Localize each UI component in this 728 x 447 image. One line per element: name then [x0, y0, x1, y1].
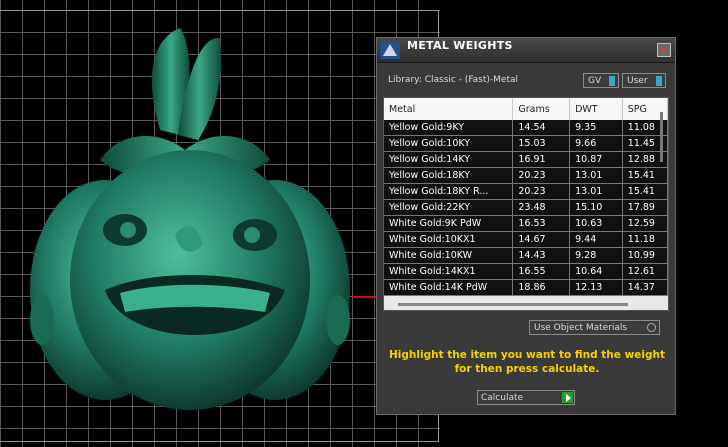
dropdown-radio-icon: [647, 323, 656, 332]
column-header-grams[interactable]: Grams: [512, 98, 571, 120]
library-label: Library: Classic - (Fast)-Metal: [388, 75, 519, 85]
app-icon: [380, 41, 400, 59]
table-row[interactable]: White Gold:14K PdW 18.86 12.13 14.37: [384, 279, 668, 296]
cell-metal: Yellow Gold:18KY R...: [384, 183, 514, 200]
table-row[interactable]: White Gold:14KX1 16.55 10.64 12.61: [384, 263, 668, 280]
calculate-dropdown[interactable]: Calculate: [477, 390, 575, 405]
column-header-metal[interactable]: Metal: [384, 98, 514, 120]
table-row[interactable]: Yellow Gold:18KY 20.23 13.01 15.41: [384, 167, 668, 184]
user-toggle-knob: [656, 76, 662, 86]
cell-dwt: 10.87: [569, 151, 623, 168]
play-arrow-icon[interactable]: [562, 392, 573, 403]
cell-dwt: 10.64: [569, 263, 623, 280]
user-toggle[interactable]: User: [622, 73, 666, 88]
horizontal-scrollbar[interactable]: [398, 303, 628, 306]
cell-metal: White Gold:10KW: [384, 247, 514, 264]
cell-dwt: 10.63: [569, 215, 623, 232]
scrollbar-thumb[interactable]: [660, 112, 663, 162]
pumpkin-model[interactable]: [20, 20, 360, 420]
pupil-right: [244, 227, 260, 243]
cell-metal: Yellow Gold:14KY: [384, 151, 514, 168]
cell-grams: 23.48: [512, 199, 571, 216]
close-button[interactable]: ×: [657, 43, 671, 57]
user-toggle-label: User: [627, 76, 648, 86]
cell-dwt: 9.44: [569, 231, 623, 248]
gv-toggle[interactable]: GV: [583, 73, 619, 88]
cell-grams: 16.91: [512, 151, 571, 168]
cell-metal: White Gold:14K PdW: [384, 279, 514, 296]
table-row[interactable]: White Gold:10KX1 14.67 9.44 11.18: [384, 231, 668, 248]
ear-right: [326, 295, 350, 345]
cell-metal: White Gold:14KX1: [384, 263, 514, 280]
cell-dwt: 9.66: [569, 135, 623, 152]
cell-metal: White Gold:10KX1: [384, 231, 514, 248]
calculate-label: Calculate: [481, 393, 524, 403]
cell-grams: 14.54: [512, 120, 571, 136]
table-header-row: Metal Grams DWT SPG: [384, 98, 668, 120]
cell-metal: Yellow Gold:9KY: [384, 120, 514, 136]
cell-metal: Yellow Gold:18KY: [384, 167, 514, 184]
table-row[interactable]: Yellow Gold:9KY 14.54 9.35 11.08: [384, 120, 668, 136]
window-title: METAL WEIGHTS: [407, 39, 513, 52]
table-row[interactable]: Yellow Gold:18KY R... 20.23 13.01 15.41: [384, 183, 668, 200]
cell-dwt: 15.10: [569, 199, 623, 216]
cell-grams: 14.43: [512, 247, 571, 264]
cell-grams: 20.23: [512, 183, 571, 200]
cell-spg: 14.37: [622, 279, 668, 296]
window-titlebar[interactable]: METAL WEIGHTS ×: [377, 38, 675, 63]
pupil-left: [120, 222, 136, 238]
cell-metal: White Gold:9K PdW: [384, 215, 514, 232]
cell-dwt: 13.01: [569, 167, 623, 184]
cell-grams: 18.86: [512, 279, 571, 296]
cell-metal: Yellow Gold:10KY: [384, 135, 514, 152]
gv-toggle-label: GV: [588, 76, 602, 86]
cell-grams: 20.23: [512, 167, 571, 184]
vertical-scrollbar[interactable]: [657, 112, 667, 272]
instruction-text: Highlight the item you want to find the …: [389, 349, 665, 375]
cell-grams: 16.53: [512, 215, 571, 232]
table-row[interactable]: Yellow Gold:14KY 16.91 10.87 12.88: [384, 151, 668, 168]
gv-toggle-knob: [609, 76, 615, 86]
metal-table[interactable]: Metal Grams DWT SPG Yellow Gold:9KY 14.54…: [383, 97, 669, 311]
cell-dwt: 9.28: [569, 247, 623, 264]
ear-left: [30, 295, 54, 345]
table-row[interactable]: Yellow Gold:10KY 15.03 9.66 11.45: [384, 135, 668, 152]
cell-metal: Yellow Gold:22KY: [384, 199, 514, 216]
cell-grams: 14.67: [512, 231, 571, 248]
table-row[interactable]: Yellow Gold:22KY 23.48 15.10 17.89: [384, 199, 668, 216]
cell-dwt: 12.13: [569, 279, 623, 296]
metal-weights-window: METAL WEIGHTS × Library: Classic - (Fast…: [376, 37, 676, 415]
materials-dropdown-label: Use Object Materials: [534, 323, 628, 333]
cell-grams: 16.55: [512, 263, 571, 280]
table-row[interactable]: White Gold:9K PdW 16.53 10.63 12.59: [384, 215, 668, 232]
cell-dwt: 9.35: [569, 120, 623, 136]
cell-grams: 15.03: [512, 135, 571, 152]
cell-dwt: 13.01: [569, 183, 623, 200]
table-row[interactable]: White Gold:10KW 14.43 9.28 10.99: [384, 247, 668, 264]
materials-dropdown[interactable]: Use Object Materials: [529, 320, 660, 335]
column-header-dwt[interactable]: DWT: [569, 98, 623, 120]
